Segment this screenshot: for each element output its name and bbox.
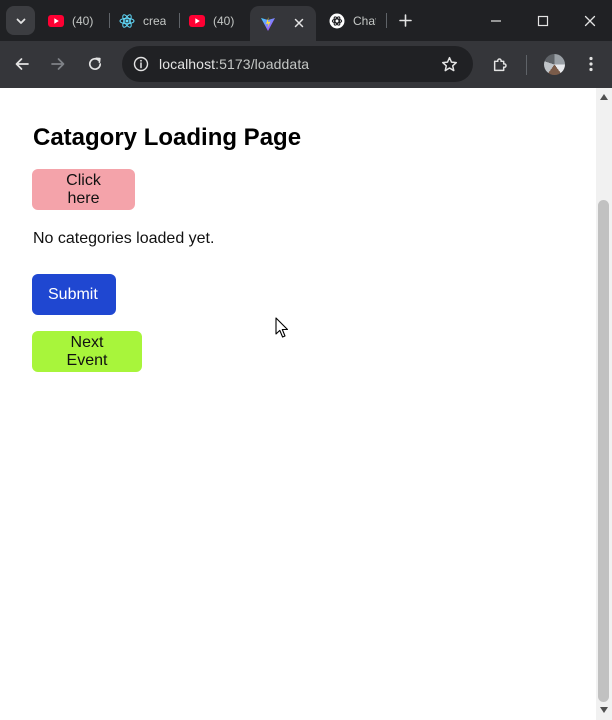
tab-youtube-1[interactable]: (40) <box>48 0 104 41</box>
minimize-icon <box>491 20 501 22</box>
tab-title: crea <box>143 13 166 28</box>
minimize-button[interactable] <box>485 10 507 32</box>
close-icon <box>294 18 304 28</box>
more-vertical-icon <box>589 56 593 72</box>
tab-strip: (40) crea (40) Chat <box>0 0 612 41</box>
tab-chatgpt[interactable]: Chat <box>329 0 376 41</box>
tab-vite-active[interactable] <box>250 6 316 41</box>
url-text: localhost:5173/loaddata <box>159 56 309 72</box>
puzzle-icon <box>493 57 507 71</box>
profile-avatar[interactable] <box>544 54 565 75</box>
tab-separator <box>179 13 180 28</box>
page-viewport: Catagory Loading Page Click here No cate… <box>0 88 596 720</box>
react-icon <box>119 13 135 29</box>
url-path: :5173/loaddata <box>215 56 310 72</box>
youtube-icon <box>48 13 64 29</box>
new-tab-button[interactable] <box>396 11 414 29</box>
close-icon <box>584 15 596 27</box>
page-scrollbar[interactable] <box>596 88 612 720</box>
page-title: Catagory Loading Page <box>33 124 302 151</box>
close-window-button[interactable] <box>579 10 601 32</box>
toolbar-separator <box>526 55 527 75</box>
plus-icon <box>398 13 412 27</box>
browser-toolbar: localhost:5173/loaddata <box>0 41 612 88</box>
tab-title: (40) <box>72 13 94 28</box>
reload-icon <box>89 57 102 70</box>
arrow-right-icon <box>51 58 65 70</box>
maximize-icon <box>537 15 549 27</box>
maximize-button[interactable] <box>532 10 554 32</box>
arrow-left-icon <box>15 58 29 70</box>
forward-button[interactable] <box>47 53 69 75</box>
submit-button[interactable]: Submit <box>32 274 116 315</box>
mouse-cursor-icon <box>275 317 289 338</box>
youtube-icon <box>189 13 205 29</box>
scroll-down-arrow-icon[interactable] <box>599 706 609 714</box>
address-bar[interactable]: localhost:5173/loaddata <box>122 46 473 82</box>
scrollbar-thumb[interactable] <box>598 200 609 702</box>
browser-menu-button[interactable] <box>580 53 602 75</box>
chevron-down-icon <box>16 18 25 24</box>
tab-separator <box>386 13 387 28</box>
tab-youtube-2[interactable]: (40) <box>189 0 237 41</box>
tab-search-button[interactable] <box>6 6 35 35</box>
back-button[interactable] <box>11 53 33 75</box>
extensions-button[interactable] <box>489 53 511 75</box>
url-host: localhost <box>159 56 216 72</box>
next-event-button[interactable]: Next Event <box>32 331 142 372</box>
vite-icon <box>260 16 276 32</box>
status-text: No categories loaded yet. <box>33 230 215 247</box>
close-tab-button[interactable] <box>290 14 308 32</box>
tab-separator <box>109 13 110 28</box>
tab-title: (40) <box>213 13 235 28</box>
bookmark-star-icon[interactable] <box>439 54 459 74</box>
tab-title: Chat <box>353 13 376 28</box>
chatgpt-icon <box>329 13 345 29</box>
click-here-button[interactable]: Click here <box>32 169 135 210</box>
scroll-up-arrow-icon[interactable] <box>599 93 609 101</box>
tab-react[interactable]: crea <box>119 0 166 41</box>
reload-button[interactable] <box>84 53 106 75</box>
site-info-icon[interactable] <box>131 54 151 74</box>
